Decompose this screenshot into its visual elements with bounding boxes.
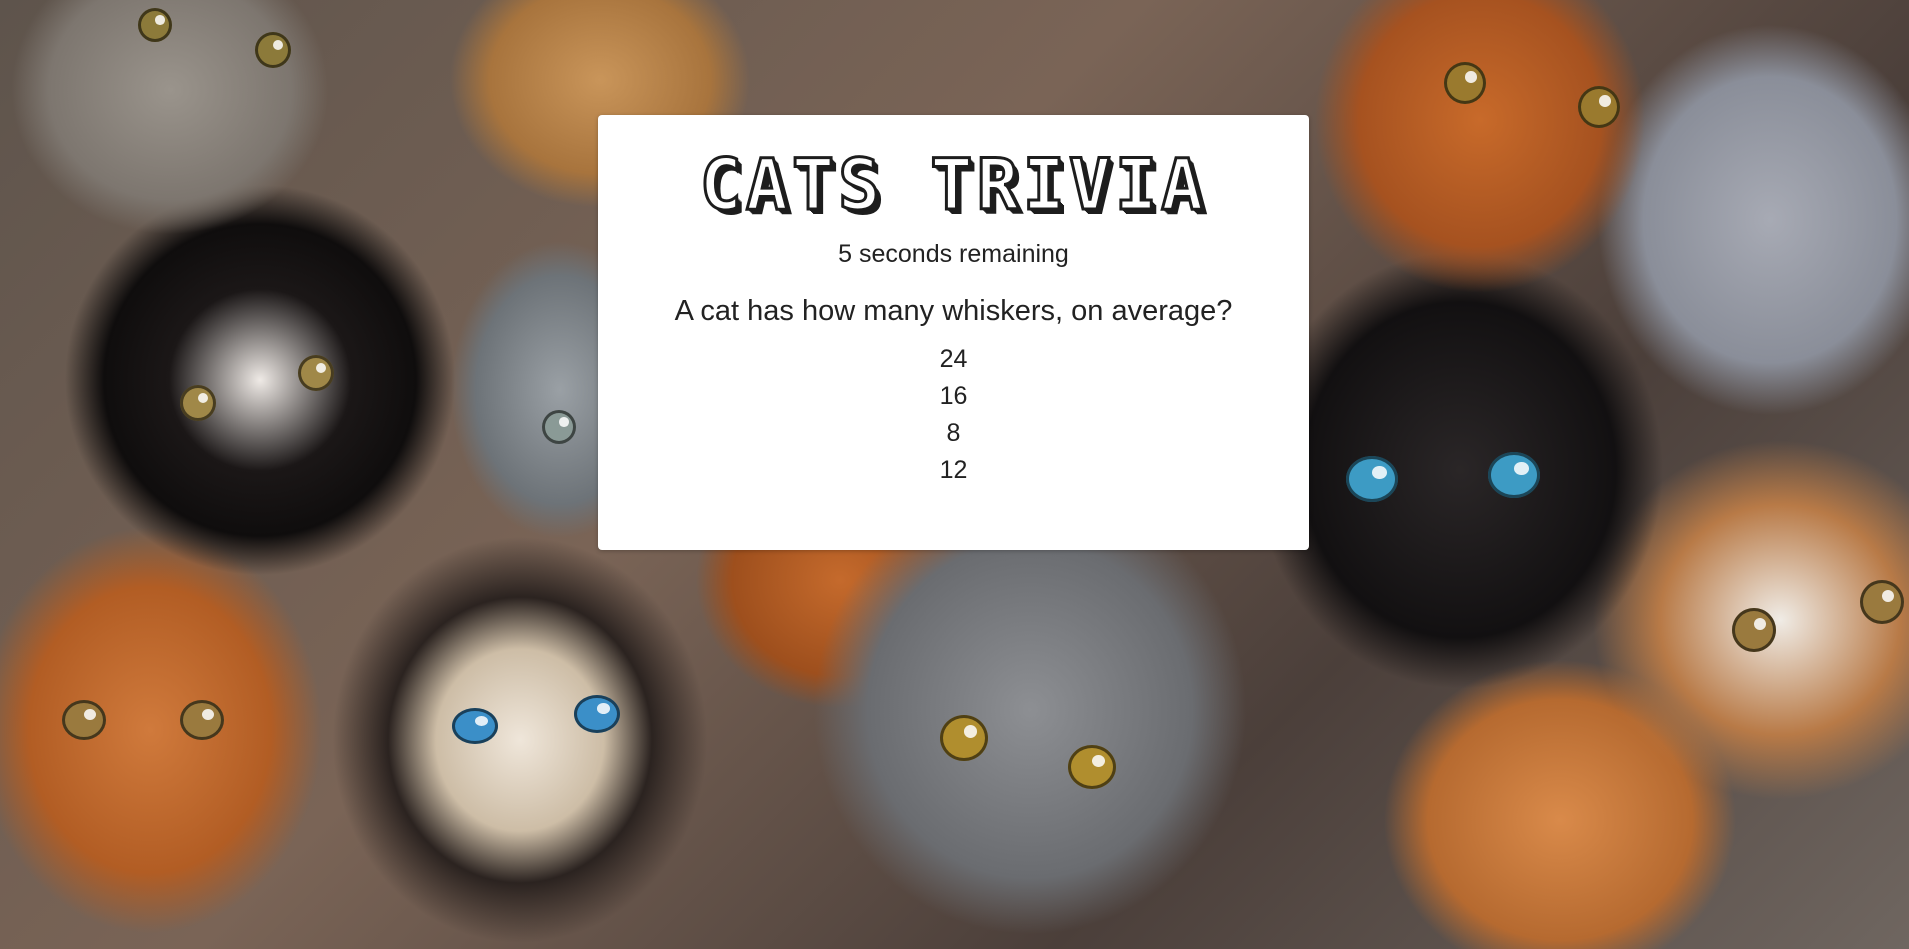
question-text: A cat has how many whiskers, on average? (674, 295, 1233, 327)
cat-eye-decoration (1732, 608, 1776, 652)
cat-eye-decoration (298, 355, 334, 391)
cat-eye-decoration (1068, 745, 1116, 789)
cat-eye-decoration (1860, 580, 1904, 624)
cat-eye-decoration (180, 385, 216, 421)
cat-eye-decoration (542, 410, 576, 444)
answer-option[interactable]: 16 (598, 378, 1309, 415)
cat-eye-decoration (452, 708, 498, 744)
cat-eye-decoration (1346, 456, 1398, 502)
page-title: CATS TRIVIA (698, 144, 1208, 227)
cat-eye-decoration (180, 700, 224, 740)
cat-eye-decoration (1444, 62, 1486, 104)
answer-list: 24 16 8 12 (598, 341, 1309, 489)
answer-option[interactable]: 24 (598, 341, 1309, 378)
cat-eye-decoration (138, 8, 172, 42)
answer-option[interactable]: 12 (598, 452, 1309, 489)
countdown-timer: 5 seconds remaining (838, 240, 1069, 268)
cat-eye-decoration (574, 695, 620, 733)
cat-eye-decoration (1578, 86, 1620, 128)
cat-eye-decoration (62, 700, 106, 740)
trivia-card: CATS TRIVIA 5 seconds remaining A cat ha… (598, 115, 1309, 550)
answer-option[interactable]: 8 (598, 415, 1309, 452)
cat-eye-decoration (940, 715, 988, 761)
cat-eye-decoration (1488, 452, 1540, 498)
cat-eye-decoration (255, 32, 291, 68)
